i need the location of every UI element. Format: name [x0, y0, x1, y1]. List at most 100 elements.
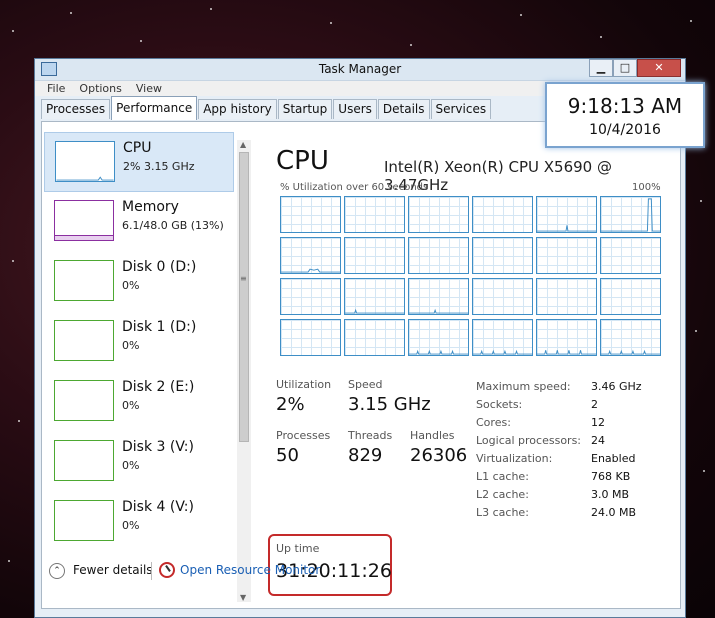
fewer-details-button[interactable]: Fewer details — [73, 563, 153, 577]
spec-key: Virtualization: — [476, 452, 553, 465]
cpu-core-graph — [600, 196, 661, 233]
sidebar-scrollbar[interactable]: ▲ ≡ ▼ — [237, 140, 251, 602]
cpu-core-graph — [536, 278, 597, 315]
tab-startup[interactable]: Startup — [277, 99, 333, 119]
disk-thumbnail-graph — [54, 320, 114, 361]
spec-value: 3.0 MB — [591, 488, 630, 501]
tab-app-history[interactable]: App history — [198, 99, 277, 119]
footer-bar: ⌃ Fewer details Open Resource Monitor — [41, 559, 681, 583]
sidebar-item-label: CPU — [123, 140, 152, 156]
menu-options[interactable]: Options — [79, 81, 121, 96]
graph-caption: % Utilization over 60 seconds — [280, 182, 429, 193]
spec-key: L3 cache: — [476, 506, 529, 519]
cpu-core-graph — [600, 278, 661, 315]
sidebar-item-value: 0% — [122, 519, 140, 532]
spec-value: 24.0 MB — [591, 506, 637, 519]
sidebar-item-label: Disk 0 (D:) — [122, 259, 197, 275]
chevron-up-icon[interactable]: ⌃ — [49, 563, 65, 579]
disk-thumbnail-graph — [54, 500, 114, 541]
threads-label: Threads — [348, 429, 393, 442]
disk-thumbnail-graph — [54, 260, 114, 301]
spec-value: 768 KB — [591, 470, 631, 483]
handles-label: Handles — [410, 429, 455, 442]
sidebar-item-label: Memory — [122, 199, 179, 215]
cpu-core-graph — [408, 196, 469, 233]
sidebar-item-memory[interactable]: Memory 6.1/48.0 GB (13%) — [44, 192, 234, 252]
resource-monitor-icon[interactable] — [159, 562, 175, 578]
spec-key: Maximum speed: — [476, 380, 571, 393]
speed-value: 3.15 GHz — [348, 394, 431, 415]
scroll-down-arrow-icon[interactable]: ▼ — [240, 593, 246, 602]
tab-users[interactable]: Users — [333, 99, 377, 119]
cpu-core-graph — [280, 319, 341, 356]
spec-key: Logical processors: — [476, 434, 582, 447]
graph-max-label: 100% — [632, 182, 661, 193]
spec-key: L1 cache: — [476, 470, 529, 483]
tab-performance[interactable]: Performance — [111, 96, 198, 120]
sidebar-item-value: 0% — [122, 399, 140, 412]
sidebar-item-cpu[interactable]: CPU 2% 3.15 GHz — [44, 132, 234, 192]
sidebar-item-value: 0% — [122, 459, 140, 472]
disk-thumbnail-graph — [54, 380, 114, 421]
clock-date: 10/4/2016 — [589, 122, 661, 138]
cpu-core-graph — [344, 278, 405, 315]
cpu-core-graph — [472, 237, 533, 274]
cpu-core-graph — [280, 278, 341, 315]
performance-panel: CPU 2% 3.15 GHz Memory 6.1/48.0 GB (13%)… — [41, 121, 681, 609]
resource-sidebar: CPU 2% 3.15 GHz Memory 6.1/48.0 GB (13%)… — [44, 132, 234, 602]
sidebar-item-label: Disk 3 (V:) — [122, 439, 194, 455]
cpu-thumbnail-graph — [55, 141, 115, 182]
sidebar-item-disk-0[interactable]: Disk 0 (D:) 0% — [44, 252, 234, 312]
maximize-button[interactable]: □ — [613, 59, 637, 77]
tab-details[interactable]: Details — [377, 99, 430, 119]
cpu-core-graph — [344, 196, 405, 233]
processes-label: Processes — [276, 429, 331, 442]
tab-services[interactable]: Services — [430, 99, 492, 119]
desktop-clock-widget: 9:18:13 AM 10/4/2016 — [545, 82, 705, 148]
spec-value: 24 — [591, 434, 605, 447]
clock-time: 9:18:13 AM — [567, 94, 683, 118]
sidebar-item-disk-1[interactable]: Disk 1 (D:) 0% — [44, 312, 234, 372]
open-resource-monitor-link[interactable]: Open Resource Monitor — [180, 563, 320, 577]
menu-view[interactable]: View — [136, 81, 162, 96]
sidebar-item-value: 6.1/48.0 GB (13%) — [122, 219, 224, 232]
tab-processes[interactable]: Processes — [41, 99, 111, 119]
spec-key: L2 cache: — [476, 488, 529, 501]
uptime-label: Up time — [276, 542, 320, 555]
processes-value: 50 — [276, 445, 299, 466]
tab-bar: Processes Performance App history Startu… — [41, 96, 492, 120]
scrollbar-thumb[interactable] — [239, 152, 249, 442]
spec-key: Sockets: — [476, 398, 523, 411]
grip-icon: ≡ — [240, 274, 247, 283]
threads-value: 829 — [348, 445, 383, 466]
sidebar-item-disk-4[interactable]: Disk 4 (V:) 0% — [44, 492, 234, 552]
utilization-label: Utilization — [276, 378, 332, 391]
cpu-core-graph — [536, 237, 597, 274]
spec-value: 3.46 GHz — [591, 380, 642, 393]
cpu-core-graph — [600, 237, 661, 274]
sidebar-item-value: 0% — [122, 279, 140, 292]
sidebar-item-label: Disk 2 (E:) — [122, 379, 195, 395]
close-button[interactable]: ✕ — [637, 59, 681, 77]
menu-file[interactable]: File — [47, 81, 65, 96]
cpu-core-graph — [280, 237, 341, 274]
title-bar[interactable]: Task Manager ▁ □ ✕ — [35, 59, 685, 81]
speed-label: Speed — [348, 378, 383, 391]
spec-key: Cores: — [476, 416, 511, 429]
sidebar-item-disk-2[interactable]: Disk 2 (E:) 0% — [44, 372, 234, 432]
cpu-core-graph — [408, 319, 469, 356]
cpu-core-graph — [408, 278, 469, 315]
minimize-button[interactable]: ▁ — [589, 59, 613, 77]
sidebar-item-label: Disk 4 (V:) — [122, 499, 194, 515]
cpu-core-graph — [344, 237, 405, 274]
sidebar-item-disk-3[interactable]: Disk 3 (V:) 0% — [44, 432, 234, 492]
sidebar-item-value: 2% 3.15 GHz — [123, 160, 195, 173]
handles-value: 26306 — [410, 445, 468, 466]
spec-value: 2 — [591, 398, 598, 411]
scroll-up-arrow-icon[interactable]: ▲ — [240, 140, 246, 149]
cpu-core-graph — [280, 196, 341, 233]
cpu-core-graph — [472, 319, 533, 356]
cpu-core-graph — [536, 196, 597, 233]
spec-value: Enabled — [591, 452, 636, 465]
window-title: Task Manager — [318, 62, 402, 76]
